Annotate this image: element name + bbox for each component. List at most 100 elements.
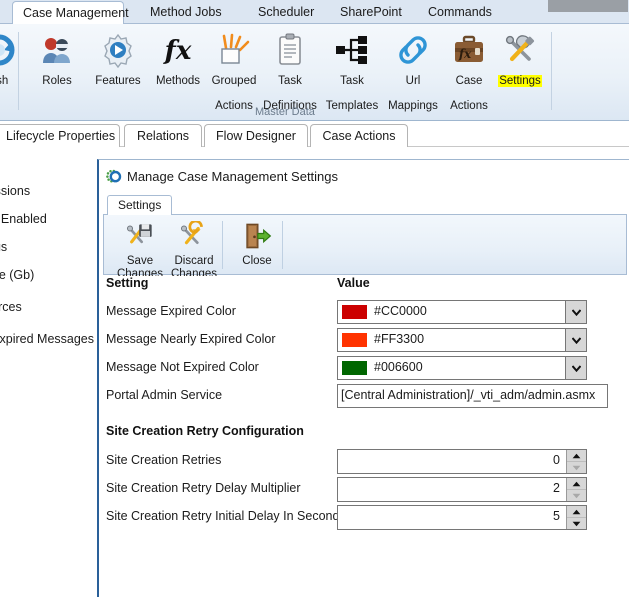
left-panel-label: Settings	[0, 240, 8, 254]
setting-label: Message Expired Color	[106, 304, 236, 318]
ribbon: eshRolesFeaturesfxMethodsGroupedActionsT…	[0, 24, 629, 121]
discard-undo-tools-icon	[166, 218, 222, 253]
setting-label: Site Creation Retry Initial Delay In Sec…	[106, 509, 346, 523]
portal-admin-service-input[interactable]: [Central Administration]/_vti_adm/admin.…	[337, 384, 608, 408]
toolbar-separator-2	[282, 221, 283, 269]
stepper-buttons	[566, 506, 586, 529]
ribbon-button-url-mappings[interactable]: Url Mappings	[382, 28, 444, 120]
page-tab-flow-designer[interactable]: Flow Designer	[204, 124, 308, 147]
dialog-title: Manage Case Management Settings	[127, 169, 339, 184]
color-swatch	[342, 305, 367, 319]
ribbon-separator-left	[18, 32, 19, 110]
ribbon-button-roles[interactable]: Roles	[26, 28, 88, 100]
section-heading-site-creation-retry: Site Creation Retry Configuration	[106, 424, 304, 438]
manage-case-management-settings-dialog: Manage Case Management Settings Settings…	[97, 159, 629, 597]
ribbon-group-label: Master Data	[255, 106, 315, 118]
left-panel-label: Check Enabled	[0, 212, 47, 226]
color-value: #006600	[374, 360, 423, 374]
dialog-tabstrip: Settings	[103, 193, 627, 215]
stepper-down-icon[interactable]	[567, 462, 586, 473]
left-settings-panel: Permissions Check Enabled Settings Storage …	[0, 147, 97, 597]
url-mappings-link-icon	[382, 28, 444, 72]
save-disk-tools-icon	[112, 218, 168, 253]
left-panel-label: Storage (Gb)	[0, 268, 35, 282]
ribbon-button-label: Features	[95, 75, 141, 87]
ribbon-button-task-templates[interactable]: Task Templates	[321, 28, 383, 120]
left-panel-label: Only Expired Messages	[0, 332, 95, 346]
column-header-setting: Setting	[106, 276, 149, 290]
stepper-up-icon[interactable]	[567, 478, 586, 490]
ribbon-button-label: Settings	[498, 75, 542, 87]
ribbon-button-label: Roles	[42, 75, 72, 87]
color-combobox[interactable]: #006600	[337, 356, 587, 380]
numeric-stepper[interactable]: 5	[337, 505, 587, 530]
color-combobox[interactable]: #CC0000	[337, 300, 587, 324]
stepper-up-icon[interactable]	[567, 506, 586, 518]
chevron-down-icon[interactable]	[565, 329, 586, 351]
color-swatch	[342, 333, 367, 347]
app-tab-sharepoint[interactable]: SharePoint	[330, 2, 408, 24]
page-tab-case-actions[interactable]: Case Actions	[310, 124, 408, 147]
color-value: #FF3300	[374, 332, 425, 346]
task-templates-icon	[321, 28, 383, 72]
ribbon-button-label: Url Mappings	[388, 75, 438, 112]
settings-tools-icon	[489, 28, 551, 72]
ribbon-button-label: Methods	[155, 75, 201, 87]
chevron-down-icon[interactable]	[565, 301, 586, 323]
close-door-arrow-icon	[229, 218, 285, 253]
setting-label: Site Creation Retry Delay Multiplier	[106, 481, 301, 495]
setting-label: Site Creation Retries	[106, 453, 222, 467]
dialog-titlebar: Manage Case Management Settings	[99, 160, 629, 193]
ribbon-button-features[interactable]: Features	[87, 28, 149, 100]
numeric-stepper[interactable]: 2	[337, 477, 587, 502]
app-tab-case-management[interactable]: Case Management	[12, 1, 129, 25]
stepper-up-icon[interactable]	[567, 450, 586, 462]
left-panel-label: Resources	[0, 300, 22, 314]
stepper-down-icon[interactable]	[567, 490, 586, 501]
numeric-stepper[interactable]: 0	[337, 449, 587, 474]
page-tabstrip: Lifecycle Properties Relations Flow Design…	[0, 121, 629, 147]
column-header-value: Value	[337, 276, 370, 290]
toolbar-separator-1	[222, 221, 223, 269]
setting-label: Message Not Expired Color	[106, 360, 259, 374]
stepper-buttons	[566, 450, 586, 473]
stepper-buttons	[566, 478, 586, 501]
task-definitions-icon	[259, 28, 321, 72]
roles-icon	[26, 28, 88, 72]
ribbon-separator-right	[551, 32, 552, 110]
dialog-button-close[interactable]: Close	[229, 218, 285, 268]
page-tab-lifecycle-properties[interactable]: Lifecycle Properties	[0, 124, 120, 147]
dialog-button-label: Close	[242, 255, 272, 267]
stepper-value: 2	[553, 481, 560, 495]
dialog-toolbar: Save Changes Discard Changes Close	[103, 214, 627, 280]
grouped-actions-icon	[203, 28, 265, 72]
dialog-button-save-changes[interactable]: Save Changes	[112, 218, 168, 280]
svg-text:fx: fx	[163, 36, 192, 66]
color-swatch	[342, 361, 367, 375]
setting-label: Message Nearly Expired Color	[106, 332, 276, 346]
dialog-button-discard-changes[interactable]: Discard Changes	[166, 218, 222, 280]
settings-dots-icon	[105, 168, 122, 185]
color-combobox[interactable]: #FF3300	[337, 328, 587, 352]
svg-text:fx: fx	[458, 47, 472, 61]
stepper-value: 0	[553, 453, 560, 467]
page-tab-relations[interactable]: Relations	[124, 124, 202, 147]
setting-label: Portal Admin Service	[106, 388, 223, 402]
color-value: #CC0000	[374, 304, 427, 318]
ribbon-button-label: Task Templates	[325, 75, 379, 112]
stepper-down-icon[interactable]	[567, 518, 586, 529]
methods-fx-icon: fx	[147, 28, 209, 72]
stepper-value: 5	[553, 509, 560, 523]
ribbon-button-settings[interactable]: Settings	[489, 28, 551, 88]
ribbon-button-methods[interactable]: fx Methods	[147, 28, 209, 100]
application-tabstrip: Case Management Method Jobs Scheduler Share…	[0, 0, 629, 25]
features-gear-icon	[87, 28, 149, 72]
app-tab-method-jobs[interactable]: Method Jobs	[140, 2, 224, 24]
app-tab-scheduler[interactable]: Scheduler	[248, 2, 318, 24]
tab-settings[interactable]: Settings	[107, 195, 173, 215]
settings-form: Setting Value Message Expired Color #CC00…	[99, 276, 629, 597]
app-tab-commands[interactable]: Commands	[418, 2, 496, 24]
left-panel-label: Permissions	[0, 184, 31, 198]
chevron-down-icon[interactable]	[565, 357, 586, 379]
titlebar-stub	[548, 0, 628, 12]
